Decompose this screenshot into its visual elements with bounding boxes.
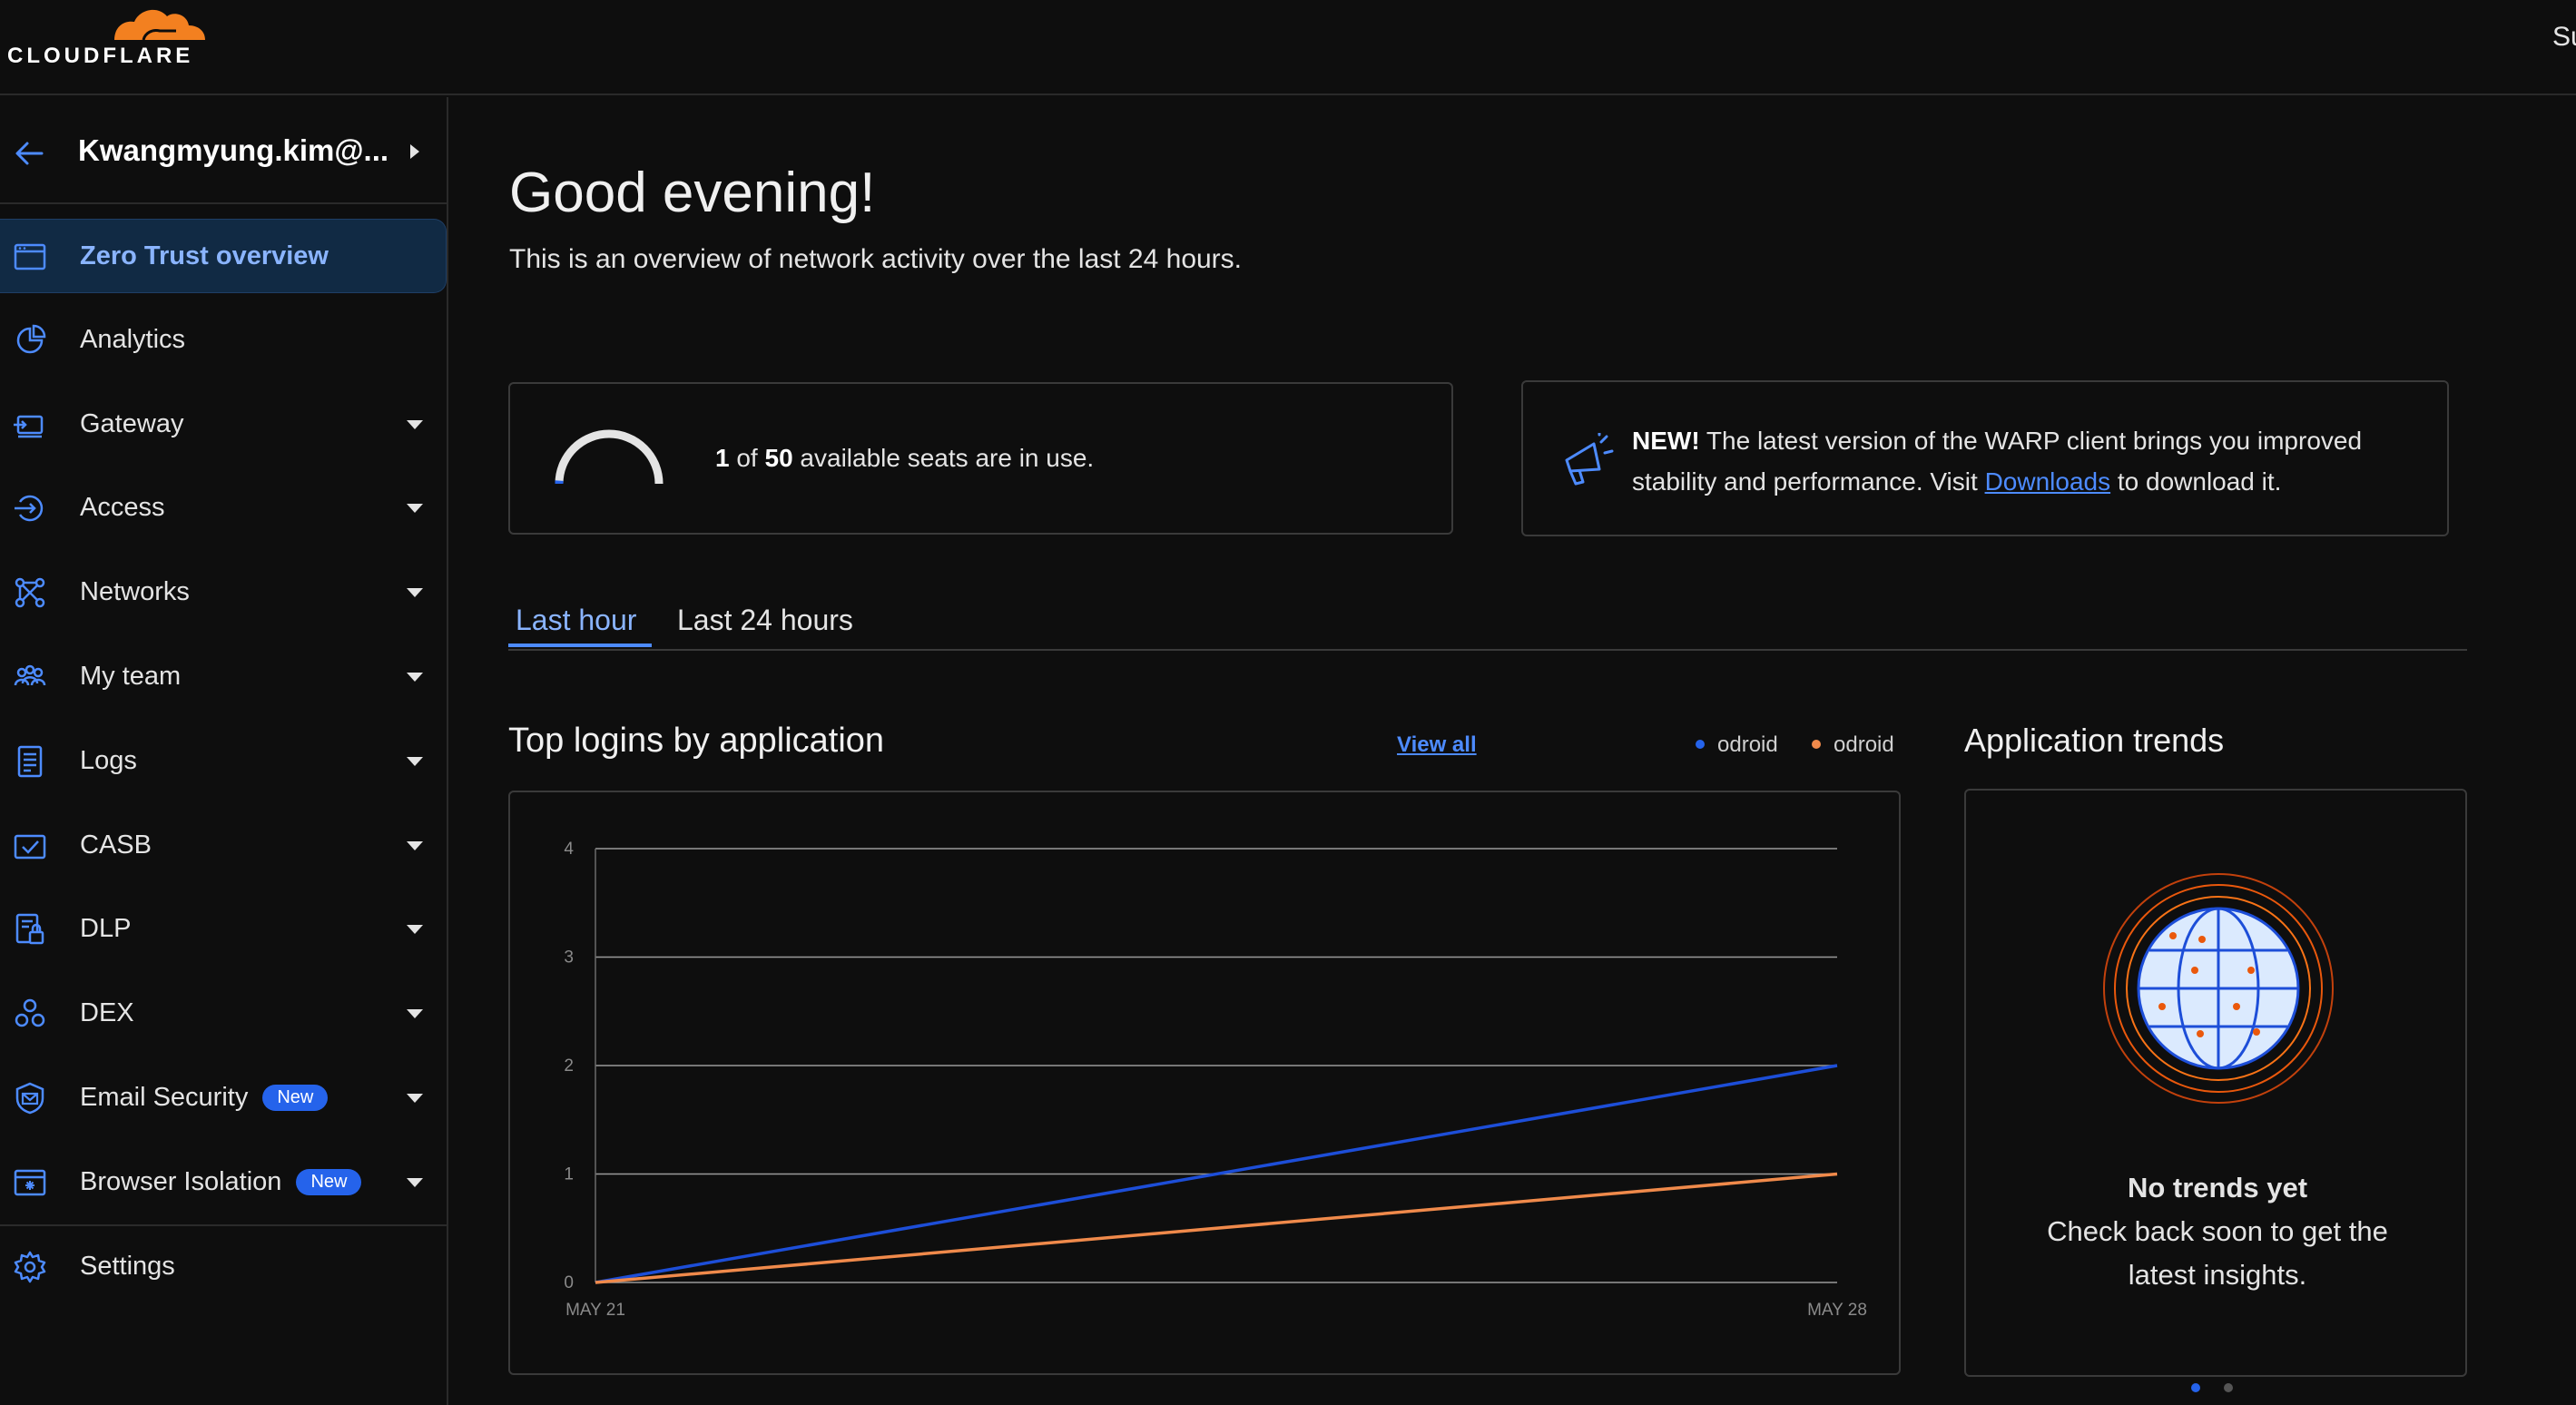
dex-icon xyxy=(15,998,45,1027)
sidebar-item-zero-trust-overview[interactable]: Zero Trust overview xyxy=(0,219,447,293)
x-tick-label: MAY 28 xyxy=(1807,1301,1867,1320)
sidebar-divider xyxy=(0,1224,447,1226)
top-right-text[interactable]: Su xyxy=(2552,22,2576,53)
tab-last-24-hours[interactable]: Last 24 hours xyxy=(670,604,860,637)
warp-announcement-card: NEW! The latest version of the WARP clie… xyxy=(1521,380,2449,536)
casb-icon xyxy=(14,834,46,859)
sidebar-item-label: Email Security New xyxy=(80,1083,329,1113)
y-tick-label: 0 xyxy=(564,1273,574,1292)
page-title: Good evening! xyxy=(509,162,876,224)
sidebar-item-dlp[interactable]: DLP xyxy=(0,892,447,967)
y-tick-label: 3 xyxy=(564,948,574,968)
logins-chart: 0 1 2 3 4 MAY 21 MAY 28 xyxy=(564,840,1867,1320)
sidebar-item-logs[interactable]: Logs xyxy=(0,724,447,799)
chevron-down-icon[interactable] xyxy=(407,504,423,514)
chevron-down-icon[interactable] xyxy=(407,673,423,682)
sidebar-item-label: Networks xyxy=(80,577,190,607)
email-security-icon xyxy=(15,1082,44,1115)
tab-last-hour[interactable]: Last hour xyxy=(508,604,644,637)
active-tab-indicator xyxy=(508,644,652,647)
globe-icon xyxy=(2103,873,2334,1104)
team-icon xyxy=(14,664,46,686)
chevron-down-icon[interactable] xyxy=(407,756,423,766)
series-line-orange xyxy=(595,1172,1838,1284)
chevron-down-icon[interactable] xyxy=(407,840,423,850)
main-content: Good evening! This is an overview of net… xyxy=(450,97,2576,1405)
pie-chart-icon xyxy=(16,324,46,354)
gateway-icon xyxy=(14,415,44,437)
sidebar-item-settings[interactable]: Settings xyxy=(0,1230,447,1304)
seats-text: 1 of 50 available seats are in use. xyxy=(715,444,1095,472)
legend-label: odroid xyxy=(1717,732,1778,757)
account-switcher[interactable]: Kwangmyung.kim@... xyxy=(0,97,447,204)
logs-icon xyxy=(17,745,43,778)
seats-card: 1 of 50 available seats are in use. xyxy=(508,382,1453,535)
sidebar-item-networks[interactable]: Networks xyxy=(0,555,447,630)
legend-item-blue: odroid xyxy=(1696,732,1778,758)
brand-name: CLOUDFLARE xyxy=(7,44,194,68)
top-bar: CLOUDFLARE Su xyxy=(0,0,2576,95)
gear-icon xyxy=(14,1251,46,1282)
page-subtitle: This is an overview of network activity … xyxy=(509,244,1243,274)
sidebar-item-dex[interactable]: DEX xyxy=(0,977,447,1051)
empty-state-text: Check back soon to get the latest insigh… xyxy=(2047,1215,2388,1291)
chevron-down-icon[interactable] xyxy=(407,419,423,429)
legend-swatch-orange xyxy=(1812,740,1821,749)
y-tick-label: 2 xyxy=(564,1056,574,1076)
sidebar-item-my-team[interactable]: My team xyxy=(0,640,447,714)
sidebar-item-casb[interactable]: CASB xyxy=(0,809,447,883)
sidebar-item-label: CASB xyxy=(80,830,152,860)
sidebar-item-analytics[interactable]: Analytics xyxy=(0,303,447,378)
sidebar-item-label: DLP xyxy=(80,914,132,944)
sidebar-item-label: Gateway xyxy=(80,408,184,438)
arrow-left-icon[interactable] xyxy=(11,135,47,172)
chevron-down-icon[interactable] xyxy=(407,1177,423,1187)
sidebar-item-label: Logs xyxy=(80,745,137,775)
dlp-icon xyxy=(15,914,44,945)
legend-label: odroid xyxy=(1834,732,1894,757)
y-tick-label: 1 xyxy=(564,1165,574,1184)
sidebar-item-label: Zero Trust overview xyxy=(80,241,329,270)
account-name: Kwangmyung.kim@... xyxy=(78,133,389,167)
sidebar: Kwangmyung.kim@... Zero Trust overview An… xyxy=(0,97,448,1405)
legend-item-orange: odroid xyxy=(1812,732,1894,758)
empty-state-title: No trends yet xyxy=(2127,1172,2308,1204)
downloads-link[interactable]: Downloads xyxy=(1985,467,2111,496)
chevron-down-icon[interactable] xyxy=(407,925,423,935)
network-icon xyxy=(15,577,45,608)
browser-window-icon xyxy=(14,243,46,270)
chevron-right-icon xyxy=(410,144,419,159)
access-icon xyxy=(15,496,44,522)
new-badge: New xyxy=(296,1168,362,1195)
sidebar-item-gateway[interactable]: Gateway xyxy=(0,388,447,462)
view-all-link[interactable]: View all xyxy=(1397,732,1477,758)
time-range-tabs: Last hour Last 24 hours xyxy=(508,587,2467,651)
sidebar-item-label: DEX xyxy=(80,998,134,1028)
sidebar-item-label: Settings xyxy=(80,1251,175,1281)
browser-isolation-icon xyxy=(14,1169,46,1196)
sidebar-item-label: Access xyxy=(80,493,165,523)
logins-chart-card: 0 1 2 3 4 MAY 21 MAY 28 xyxy=(508,791,1901,1375)
sidebar-item-label: Browser Isolation New xyxy=(80,1167,362,1197)
warp-text: NEW! The latest version of the WARP clie… xyxy=(1632,427,2363,496)
x-tick-label: MAY 21 xyxy=(565,1301,625,1320)
logins-title: Top logins by application xyxy=(508,722,885,760)
seats-gauge xyxy=(555,429,664,485)
sidebar-item-label: My team xyxy=(80,662,182,691)
sidebar-item-email-security[interactable]: Email Security New xyxy=(0,1061,447,1135)
chevron-down-icon[interactable] xyxy=(407,1009,423,1019)
sidebar-item-label: Analytics xyxy=(80,324,186,354)
chevron-down-icon[interactable] xyxy=(407,1094,423,1103)
sidebar-item-access[interactable]: Access xyxy=(0,471,447,545)
megaphone-icon xyxy=(1565,433,1614,486)
trends-card: No trends yet Check back soon to get the… xyxy=(1964,789,2467,1377)
y-tick-label: 4 xyxy=(564,840,574,859)
new-badge: New xyxy=(262,1085,329,1111)
carousel-dot-active[interactable] xyxy=(2191,1383,2200,1392)
sidebar-item-browser-isolation[interactable]: Browser Isolation New xyxy=(0,1145,447,1220)
legend-swatch-blue xyxy=(1696,740,1705,749)
chevron-down-icon[interactable] xyxy=(407,588,423,598)
trends-title: Application trends xyxy=(1964,722,2225,759)
carousel-dot[interactable] xyxy=(2224,1383,2233,1392)
